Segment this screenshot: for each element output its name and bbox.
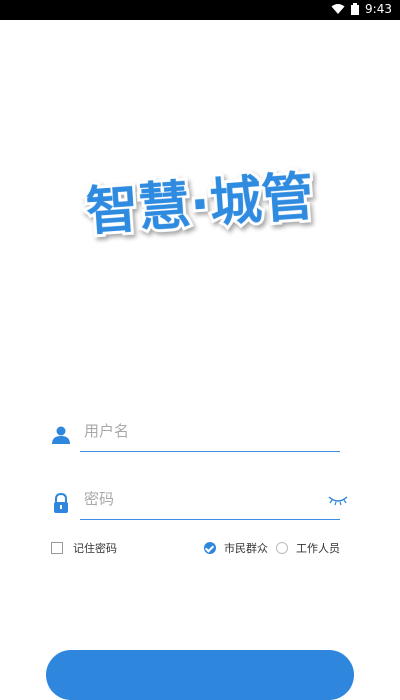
role-citizen-option[interactable]: 市民群众 [204,540,268,556]
status-icons: 9:43 [331,2,392,16]
app-logo-text: 智慧·城管 [84,167,315,243]
wifi-icon [331,4,345,14]
login-button[interactable] [46,650,354,700]
remember-password-label: 记住密码 [73,542,117,555]
role-citizen-label: 市民群众 [224,542,268,555]
username-field-group [48,414,348,452]
app-logo-graphic: 智慧·城管 [81,164,318,246]
role-staff-option[interactable]: 工作人员 [276,540,340,556]
user-icon [52,426,70,444]
remember-password-checkbox[interactable] [51,542,63,554]
remember-password-option[interactable]: 记住密码 [51,540,117,556]
status-time: 9:43 [365,2,392,16]
role-staff-radio[interactable] [276,542,288,554]
password-input[interactable] [80,482,348,516]
status-bar: 9:43 [0,0,400,20]
app-logo: 智慧·城管 [55,162,345,248]
role-citizen-radio[interactable] [204,542,216,554]
username-underline [80,451,340,452]
password-underline [80,519,340,520]
password-field-group [48,482,348,520]
eye-closed-icon[interactable] [328,494,348,506]
battery-icon [351,3,360,15]
options-row: 记住密码 市民群众 工作人员 [48,540,340,562]
lock-icon [54,492,68,513]
role-staff-label: 工作人员 [296,542,340,555]
username-input[interactable] [80,414,348,448]
